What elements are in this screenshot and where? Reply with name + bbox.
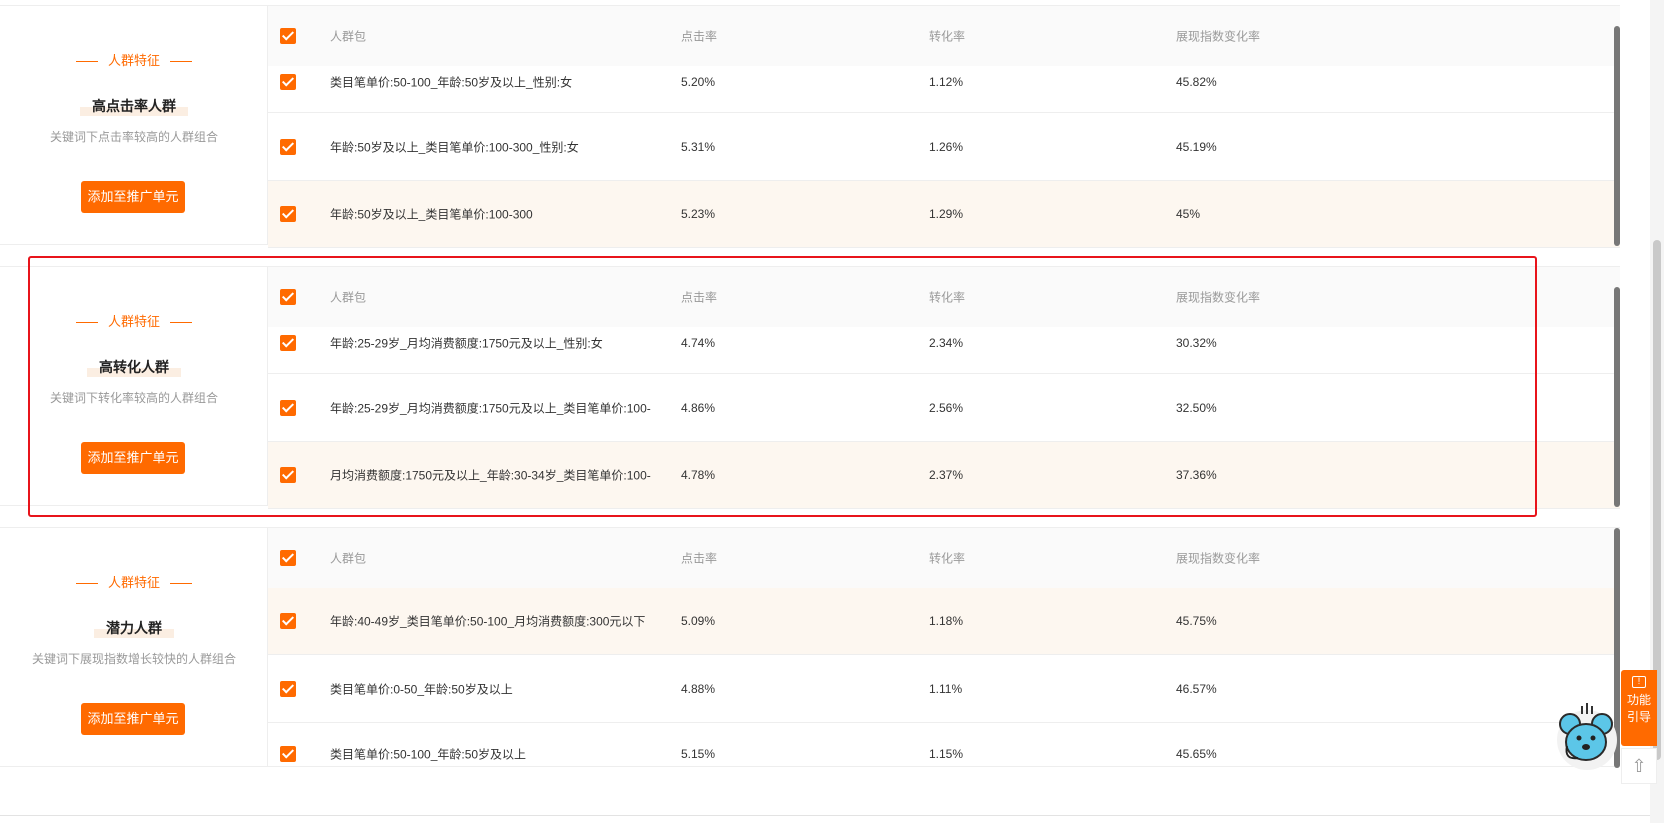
table-scrollbar[interactable] [1614,287,1620,507]
table-row[interactable]: 年龄:40-49岁_类目笔单价:50-100_月均消费额度:300元以下 5.0… [268,588,1620,655]
table-header: 人群包 点击率 转化率 展现指数变化率 [268,528,1620,588]
cell-index-change: 45% [1176,207,1201,221]
row-checkbox[interactable] [280,206,296,222]
row-checkbox[interactable] [280,613,296,629]
cell-index-change: 45.65% [1176,747,1217,761]
cell-ctr: 5.15% [681,747,716,761]
cell-pkg: 年龄:50岁及以上_类目笔单价:100-300_性别:女 [330,140,579,155]
checkbox-checked-icon [280,206,296,222]
table-scrollbar[interactable] [1614,26,1620,246]
cell-cvr: 1.26% [929,140,964,154]
checkbox-checked-icon [280,28,296,44]
crowd-section-high-ctr: 人群特征 高点击率人群 关键词下点击率较高的人群组合 添加至推广单元 人群包 点… [0,5,1620,248]
cell-index-change: 45.75% [1176,614,1217,628]
group-desc: 关键词下点击率较高的人群组合 [49,130,218,144]
table-row[interactable]: 年龄:50岁及以上_类目笔单价:100-300_性别:女 5.31% 1.26%… [268,114,1620,181]
header-cvr: 转化率 [929,29,966,44]
cell-index-change: 45.19% [1176,140,1217,154]
checkbox-checked-icon [280,746,296,762]
cell-ctr: 5.09% [681,614,716,628]
cell-cvr: 1.18% [929,614,964,628]
guide-label-line2: 引导 [1626,710,1651,724]
cell-pkg: 类目笔单价:50-100_年龄:50岁及以上 [330,747,527,762]
crowd-table: 人群包 点击率 转化率 展现指数变化率 年龄:40-49岁_类目笔单价:50-1… [268,528,1620,768]
arrow-up-icon: ⇧ [1631,756,1647,776]
row-checkbox[interactable] [280,746,296,762]
select-all-checkbox[interactable] [280,550,296,566]
header-cvr: 转化率 [929,551,966,566]
table-row[interactable]: 年龄:50岁及以上_类目笔单价:100-300 5.23% 1.29% 45% [268,181,1620,248]
row-checkbox[interactable] [280,139,296,155]
select-all-checkbox[interactable] [280,28,296,44]
section-info-panel: 人群特征 潜力人群 关键词下展现指数增长较快的人群组合 添加至推广单元 [0,528,268,766]
feature-tag: 人群特征 [0,50,268,69]
row-checkbox[interactable] [280,73,296,90]
cell-pkg: 类目笔单价:50-100_年龄:50岁及以上_性别:女 [330,75,573,89]
checkbox-checked-icon [280,73,296,90]
cell-ctr: 4.88% [681,682,716,696]
header-index-change: 展现指数变化率 [1176,551,1261,566]
header-index-change: 展现指数变化率 [1176,29,1261,44]
checkbox-checked-icon [280,139,296,155]
table-row[interactable]: 类目笔单价:50-100_年龄:50岁及以上_性别:女 5.20% 1.12% … [268,51,1620,113]
cell-cvr: 1.15% [929,747,964,761]
cell-pkg: 年龄:40-49岁_类目笔单价:50-100_月均消费额度:300元以下 [330,614,646,629]
cell-pkg: 类目笔单价:0-50_年龄:50岁及以上 [330,682,513,697]
feature-guide-button[interactable]: ! 功能 引导 [1621,670,1657,746]
cell-ctr: 5.20% [681,74,716,89]
page: 人群特征 高点击率人群 关键词下点击率较高的人群组合 添加至推广单元 人群包 点… [0,0,1664,823]
cell-cvr: 1.29% [929,207,964,221]
cell-ctr: 5.23% [681,207,716,221]
cell-pkg: 年龄:50岁及以上_类目笔单价:100-300 [330,207,533,222]
header-pkg: 人群包 [330,29,367,44]
section-info-panel: 人群特征 高点击率人群 关键词下点击率较高的人群组合 添加至推广单元 [0,6,268,244]
cell-ctr: 5.31% [681,140,716,154]
header-ctr: 点击率 [681,29,718,44]
cell-cvr: 1.12% [929,74,964,89]
assistant-mascot-icon[interactable] [1550,700,1624,774]
add-to-unit-button[interactable]: 添加至推广单元 [81,181,185,213]
feature-tag: 人群特征 [0,572,268,591]
row-checkbox[interactable] [280,681,296,697]
bottom-status-bar [0,815,1650,823]
cell-index-change: 46.57% [1176,682,1217,696]
checkbox-checked-icon [280,550,296,566]
table-row[interactable]: 类目笔单价:0-50_年龄:50岁及以上 4.88% 1.11% 46.57% [268,656,1620,723]
checkbox-checked-icon [280,613,296,629]
cell-index-change: 45.82% [1176,74,1217,89]
add-to-unit-button[interactable]: 添加至推广单元 [81,703,185,735]
group-desc: 关键词下展现指数增长较快的人群组合 [31,652,236,666]
header-ctr: 点击率 [681,551,718,566]
group-title: 潜力人群 [0,618,268,638]
table-row[interactable]: 类目笔单价:50-100_年龄:50岁及以上 5.15% 1.15% 45.65… [268,724,1620,768]
cell-cvr: 1.11% [929,682,963,696]
crowd-table: 人群包 点击率 转化率 展现指数变化率 类目笔单价:50-100_年龄:50岁及… [268,6,1620,248]
header-pkg: 人群包 [330,551,367,566]
guide-label-line1: 功能 [1626,693,1651,707]
crowd-section-potential: 人群特征 潜力人群 关键词下展现指数增长较快的人群组合 添加至推广单元 人群包 … [0,527,1620,768]
back-to-top-button[interactable]: ⇧ [1621,748,1657,784]
checkbox-checked-icon [280,681,296,697]
group-title: 高点击率人群 [0,96,268,116]
highlight-annotation-box [28,256,1537,517]
guide-book-icon: ! [1632,676,1646,688]
